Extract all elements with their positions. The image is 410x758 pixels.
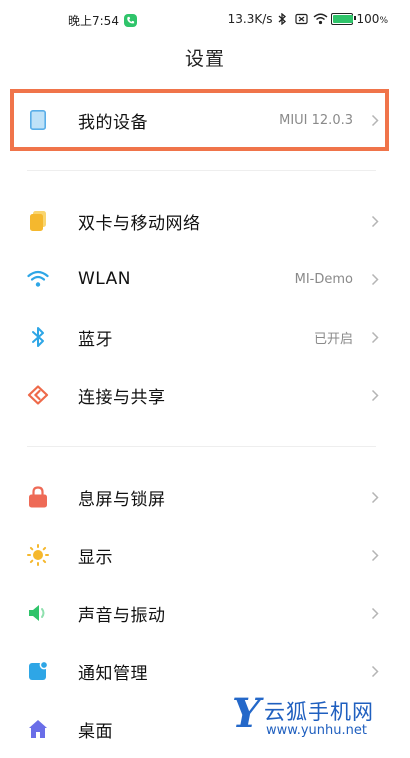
settings-item-my-device[interactable]: 我的设备 MIUI 12.0.3 [0, 91, 410, 149]
bluetooth-icon [27, 326, 49, 348]
settings-item-label: 桌面 [78, 721, 113, 742]
settings-item-label: 息屏与锁屏 [78, 489, 166, 510]
status-left: 晚上7:54 [68, 12, 137, 29]
status-right: 13.3K/s 100% [228, 12, 388, 26]
call-icon [123, 14, 137, 27]
settings-item-label: 通知管理 [78, 663, 148, 684]
wifi-icon [27, 268, 49, 290]
settings-item-label: 双卡与移动网络 [78, 213, 201, 234]
divider [27, 170, 376, 171]
page-title: 设置 [184, 48, 225, 70]
wifi-icon [313, 13, 327, 25]
settings-item-label: 我的设备 [78, 112, 148, 133]
bluetooth-icon [277, 12, 291, 26]
status-bar: 晚上7:54 13.3K/s 100% [0, 0, 410, 38]
sim-card-icon [27, 210, 49, 232]
speaker-icon [27, 602, 49, 624]
settings-item-sound-vibration[interactable]: 声音与振动 [0, 584, 410, 642]
notification-icon [27, 660, 49, 682]
lock-icon [27, 486, 49, 508]
chevron-right-icon [368, 330, 382, 344]
settings-item-label: 连接与共享 [78, 387, 166, 408]
battery-icon [330, 13, 356, 25]
battery-fill [332, 15, 353, 23]
chevron-right-icon [368, 214, 382, 228]
chevron-right-icon [368, 606, 382, 620]
chevron-right-icon [368, 664, 382, 678]
chevron-right-icon [368, 272, 382, 286]
watermark-logo: Y 云狐手机网 www.yunhu.net [232, 690, 402, 744]
settings-item-value: MI-Demo [294, 271, 353, 287]
divider [27, 446, 376, 447]
settings-item-lock-screen[interactable]: 息屏与锁屏 [0, 468, 410, 526]
chevron-right-icon [368, 388, 382, 402]
settings-item-label: 显示 [78, 547, 113, 568]
settings-item-value: 已开启 [313, 331, 353, 347]
chevron-right-icon [368, 548, 382, 562]
share-icon [27, 384, 49, 406]
settings-item-bluetooth[interactable]: 蓝牙 已开启 [0, 308, 410, 366]
settings-item-connection-sharing[interactable]: 连接与共享 [0, 366, 410, 424]
settings-item-label: 声音与振动 [78, 605, 166, 626]
settings-item-label: WLAN [78, 269, 132, 289]
watermark-letter: Y [232, 690, 261, 737]
chevron-right-icon [368, 490, 382, 504]
chevron-right-icon [368, 113, 382, 127]
settings-item-display[interactable]: 显示 [0, 526, 410, 584]
watermark-url: www.yunhu.net [266, 723, 367, 738]
network-speed: 13.3K/s [227, 12, 273, 26]
sim-off-icon [294, 13, 309, 25]
status-time: 晚上7:54 [68, 14, 119, 28]
settings-item-label: 蓝牙 [78, 329, 113, 350]
home-icon [27, 718, 49, 740]
watermark-name: 云狐手机网 [264, 700, 374, 724]
settings-item-value: MIUI 12.0.3 [279, 112, 353, 128]
sun-icon [27, 544, 49, 566]
settings-item-sim-network[interactable]: 双卡与移动网络 [0, 192, 410, 250]
phone-icon [27, 109, 49, 131]
battery-percent: 100% [356, 12, 388, 26]
settings-item-wlan[interactable]: WLAN MI-Demo [0, 250, 410, 308]
